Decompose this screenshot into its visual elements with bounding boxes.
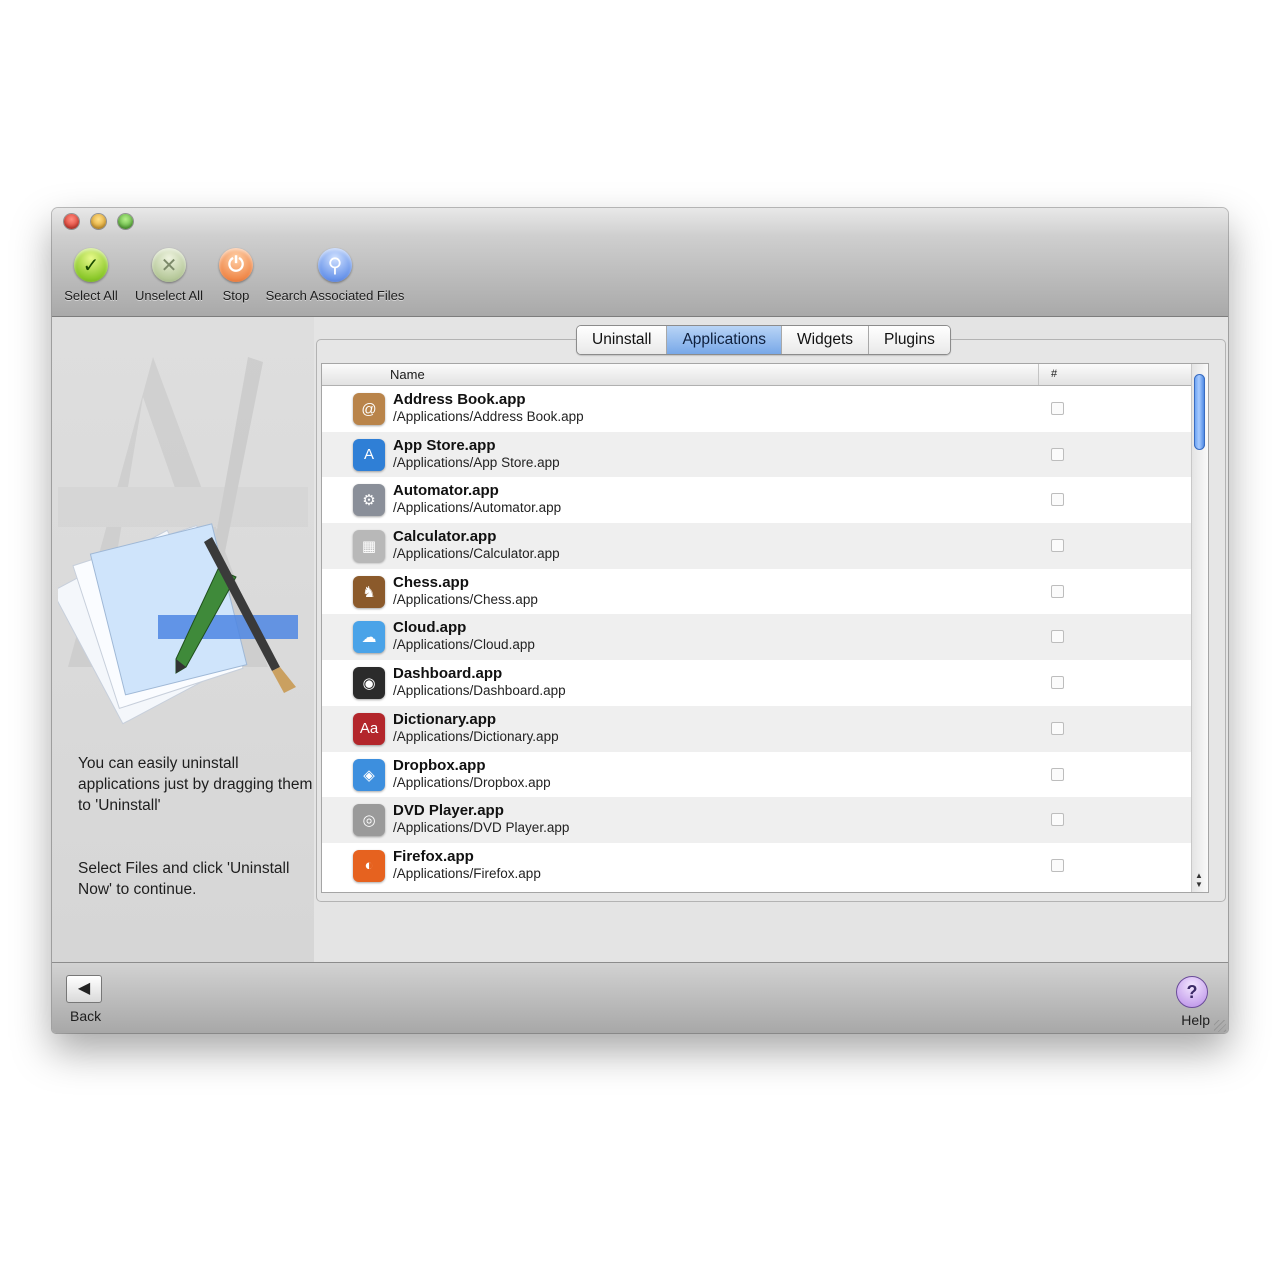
row-checkbox[interactable] bbox=[1051, 858, 1064, 872]
table-row[interactable]: A App Store.app/Applications/App Store.ap… bbox=[322, 431, 1208, 478]
firefox-icon: ◐ bbox=[353, 849, 385, 882]
table-row[interactable]: ☁ Cloud.app/Applications/Cloud.app bbox=[322, 614, 1208, 661]
app-window: ✓ Select All ✕ Unselect All ⏻ Stop ⚲ Sea… bbox=[52, 208, 1228, 1033]
app-path: /Applications/Cloud.app bbox=[393, 637, 535, 653]
checkmark-icon: ✓ bbox=[74, 248, 108, 282]
applications-table: Name # @ Address Book.app/Applications/Ad… bbox=[321, 363, 1209, 893]
question-mark-icon: ? bbox=[1186, 982, 1198, 1002]
app-name: Dictionary.app bbox=[393, 710, 497, 728]
dropbox-icon: ◈ bbox=[353, 758, 385, 791]
back-button[interactable]: ◀ bbox=[66, 975, 102, 1003]
row-checkbox[interactable] bbox=[1051, 493, 1064, 507]
app-path: /Applications/Calculator.app bbox=[393, 546, 560, 562]
row-checkbox[interactable] bbox=[1051, 402, 1064, 415]
sidebar: You can easily uninstall applications ju… bbox=[52, 317, 314, 962]
app-name: DVD Player.app bbox=[393, 802, 504, 820]
app-path: /Applications/Dropbox.app bbox=[393, 774, 551, 790]
select-all-label: Select All bbox=[64, 288, 118, 303]
row-checkbox[interactable] bbox=[1051, 767, 1064, 781]
app-name: Address Book.app bbox=[393, 391, 526, 408]
table-rows: @ Address Book.app/Applications/Address B… bbox=[322, 386, 1208, 889]
app-path: /Applications/Chess.app bbox=[393, 591, 538, 607]
table-row[interactable]: ▦ Calculator.app/Applications/Calculator.… bbox=[322, 523, 1208, 569]
resize-grip[interactable] bbox=[1214, 1020, 1226, 1032]
app-store-icon: A bbox=[353, 438, 385, 471]
search-associated-files-button[interactable]: ⚲ Search Associated Files bbox=[260, 248, 410, 303]
stop-button[interactable]: ⏻ Stop bbox=[218, 248, 254, 303]
scroll-arrows[interactable]: ▲ ▼ bbox=[1195, 871, 1203, 889]
back-arrow-icon: ◀ bbox=[77, 980, 91, 997]
power-icon: ⏻ bbox=[219, 248, 253, 282]
app-path: /Applications/Dictionary.app bbox=[393, 728, 559, 744]
select-files-hint-text: Select Files and click 'Uninstall Now' t… bbox=[78, 860, 290, 898]
unselect-all-label: Unselect All bbox=[135, 288, 203, 303]
app-path: /Applications/Automator.app bbox=[393, 500, 562, 516]
table-row[interactable]: ◉ Dashboard.app/Applications/Dashboard.ap… bbox=[322, 660, 1208, 706]
app-path: /Applications/Dashboard.app bbox=[393, 683, 566, 699]
minimize-window-button[interactable] bbox=[91, 214, 106, 229]
drag-hint-text: You can easily uninstall applications ju… bbox=[78, 755, 313, 814]
app-path: /Applications/DVD Player.app bbox=[393, 820, 570, 836]
cloud-icon: ☁ bbox=[353, 621, 385, 654]
row-checkbox[interactable] bbox=[1051, 447, 1064, 461]
tab-bar: Uninstall Applications Widgets Plugins bbox=[576, 325, 951, 355]
title-bar bbox=[52, 208, 1228, 236]
dictionary-icon: Aa bbox=[353, 712, 385, 745]
app-path: /Applications/Firefox.app bbox=[393, 865, 541, 881]
table-row[interactable]: ⚙ Automator.app/Applications/Automator.ap… bbox=[322, 477, 1208, 523]
footer-bar: ◀ Back ? Help bbox=[52, 962, 1228, 1033]
select-all-button[interactable]: ✓ Select All bbox=[60, 248, 122, 303]
row-checkbox[interactable] bbox=[1051, 813, 1064, 827]
row-checkbox[interactable] bbox=[1051, 584, 1064, 598]
table-row[interactable]: ◐ Firefox.app/Applications/Firefox.app bbox=[322, 843, 1208, 889]
chess-icon: ♞ bbox=[353, 575, 385, 608]
unselect-all-button[interactable]: ✕ Unselect All bbox=[130, 248, 208, 303]
tab-applications[interactable]: Applications bbox=[667, 326, 783, 354]
address-book-icon: @ bbox=[353, 393, 385, 425]
vertical-scrollbar[interactable]: ▲ ▼ bbox=[1191, 364, 1208, 892]
help-button[interactable]: ? bbox=[1176, 976, 1208, 1008]
table-row[interactable]: @ Address Book.app/Applications/Address B… bbox=[322, 386, 1208, 432]
app-name: Calculator.app bbox=[393, 528, 497, 546]
app-name: Cloud.app bbox=[393, 619, 467, 637]
row-checkbox[interactable] bbox=[1051, 630, 1064, 644]
table-row[interactable]: Aa Dictionary.app/Applications/Dictionary… bbox=[322, 705, 1208, 752]
app-name: Dashboard.app bbox=[393, 665, 503, 683]
table-header: Name # bbox=[322, 364, 1208, 386]
scrollbar-thumb[interactable] bbox=[1194, 374, 1205, 450]
app-name: Dropbox.app bbox=[393, 756, 486, 774]
dvd-player-icon: ◎ bbox=[353, 804, 385, 837]
app-path: /Applications/App Store.app bbox=[393, 454, 560, 470]
app-name: App Store.app bbox=[393, 436, 496, 454]
stop-label: Stop bbox=[222, 288, 250, 303]
table-row[interactable]: ♞ Chess.app/Applications/Chess.app bbox=[322, 569, 1208, 615]
cross-icon: ✕ bbox=[152, 248, 186, 282]
tab-widgets[interactable]: Widgets bbox=[782, 326, 870, 354]
row-checkbox[interactable] bbox=[1051, 539, 1064, 553]
app-name: Automator.app bbox=[393, 482, 499, 500]
magnifier-icon: ⚲ bbox=[318, 248, 352, 282]
ruler-icon bbox=[158, 615, 298, 639]
dashboard-icon: ◉ bbox=[353, 667, 385, 700]
search-associated-files-label: Search Associated Files bbox=[265, 288, 405, 303]
help-label: Help bbox=[1181, 1012, 1210, 1028]
column-header-name[interactable]: Name bbox=[390, 367, 425, 382]
column-header-hash[interactable]: # bbox=[1038, 364, 1057, 385]
row-checkbox[interactable] bbox=[1051, 721, 1064, 735]
zoom-window-button[interactable] bbox=[118, 214, 133, 229]
table-row[interactable]: ◎ DVD Player.app/Applications/DVD Player.… bbox=[322, 797, 1208, 843]
automator-icon: ⚙ bbox=[353, 484, 385, 517]
close-window-button[interactable] bbox=[64, 214, 79, 229]
back-label: Back bbox=[70, 1008, 102, 1024]
tab-plugins[interactable]: Plugins bbox=[869, 326, 950, 354]
tab-uninstall[interactable]: Uninstall bbox=[577, 326, 668, 354]
table-row[interactable]: ◈ Dropbox.app/Applications/Dropbox.app bbox=[322, 752, 1208, 798]
uninstaller-illustration bbox=[58, 357, 308, 725]
app-name: Chess.app bbox=[393, 573, 469, 591]
toolbar: ✓ Select All ✕ Unselect All ⏻ Stop ⚲ Sea… bbox=[52, 236, 1228, 317]
app-name: Firefox.app bbox=[393, 847, 474, 865]
row-checkbox[interactable] bbox=[1051, 676, 1064, 690]
calculator-icon: ▦ bbox=[353, 530, 385, 563]
app-path: /Applications/Address Book.app bbox=[393, 409, 584, 424]
